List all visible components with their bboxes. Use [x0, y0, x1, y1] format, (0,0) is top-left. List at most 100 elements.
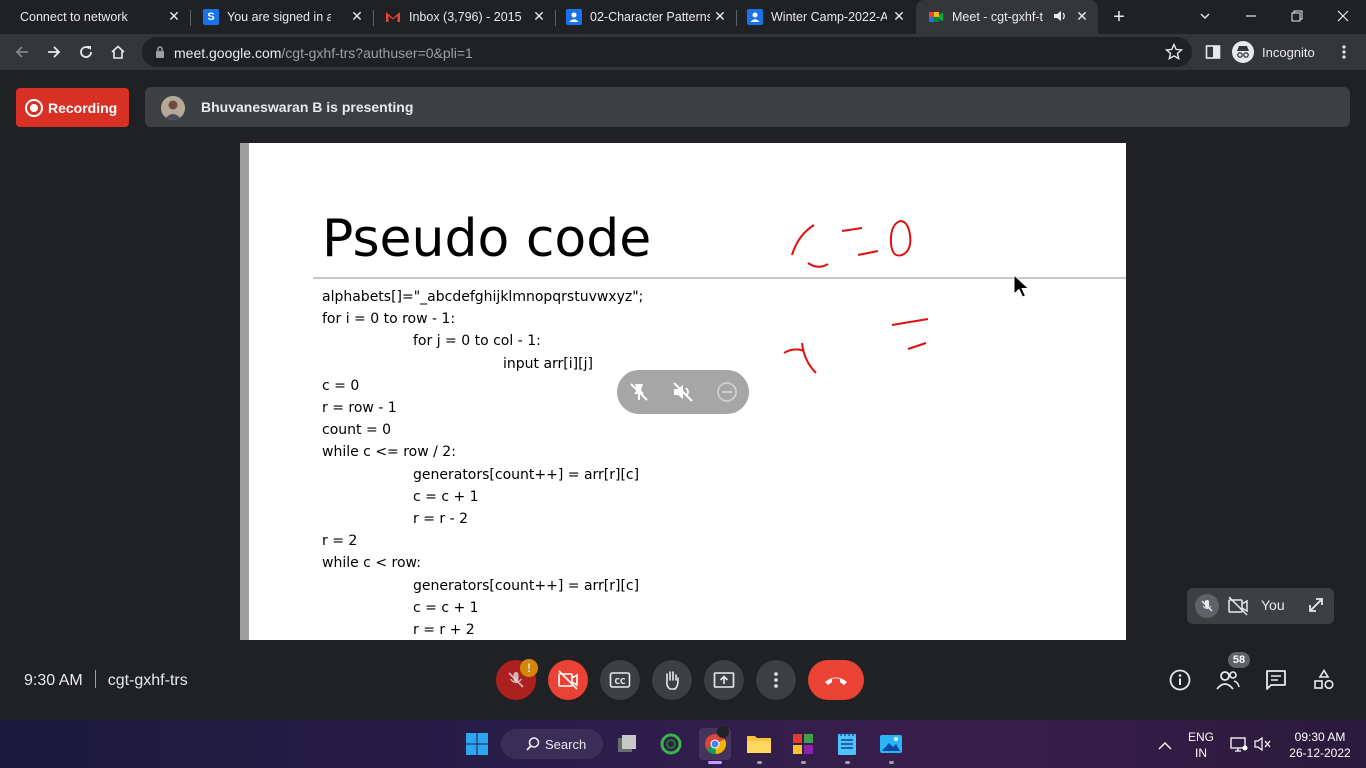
- code-line: for j = 0 to col - 1:: [413, 333, 541, 349]
- tab-title: You are signed in as 20: [227, 10, 331, 24]
- tab-search-button[interactable]: [1182, 0, 1228, 32]
- volume-muted-icon[interactable]: [1254, 736, 1272, 757]
- info-icon: [1169, 669, 1191, 691]
- divider: [94, 670, 96, 688]
- taskbar-notepad[interactable]: [831, 728, 863, 760]
- incognito-profile-button[interactable]: Incognito: [1232, 39, 1315, 65]
- meeting-info: 9:30 AM cgt-gxhf-trs: [24, 670, 188, 690]
- call-end-icon: [825, 677, 847, 685]
- clock-date: 26-12-2022: [1289, 746, 1351, 760]
- people-icon: [1216, 671, 1240, 690]
- activities-icon: [1314, 669, 1334, 690]
- camera-off-icon: [558, 670, 578, 690]
- camera-toggle-button[interactable]: [548, 660, 588, 700]
- taskbar-photos[interactable]: [875, 728, 907, 760]
- present-icon: [713, 672, 735, 688]
- close-icon[interactable]: ✕: [531, 8, 547, 24]
- side-panel-icon[interactable]: [1205, 44, 1221, 65]
- folder-icon: [747, 736, 771, 753]
- region-code: IN: [1195, 746, 1207, 760]
- tab-inbox[interactable]: Inbox (3,796) - 20150 ✕: [375, 0, 555, 34]
- active-app-indicator: [708, 761, 722, 764]
- code-line: alphabets[]="_abcdefghijklmnopqrstuvwxyz…: [322, 289, 644, 305]
- new-tab-button[interactable]: +: [1108, 7, 1130, 29]
- forward-button[interactable]: [38, 36, 70, 68]
- classroom-icon: [747, 9, 763, 25]
- volume-off-icon[interactable]: [671, 380, 695, 404]
- close-icon[interactable]: ✕: [891, 8, 907, 24]
- incognito-icon: [1232, 41, 1254, 63]
- title-divider: [313, 277, 1126, 279]
- code-line: c = c + 1: [413, 489, 479, 505]
- search-label: Search: [545, 736, 587, 752]
- tab-title: Winter Camp-2022-Ac: [771, 10, 887, 24]
- tab-winter-camp[interactable]: Winter Camp-2022-Ac ✕: [737, 0, 915, 34]
- captions-icon: CC: [609, 672, 631, 688]
- address-bar[interactable]: meet.google.com/cgt-gxhf-trs?authuser=0&…: [142, 37, 1192, 67]
- more-vert-icon[interactable]: [1336, 44, 1352, 65]
- home-button[interactable]: [102, 36, 134, 68]
- tab-title: Inbox (3,796) - 20150: [409, 10, 521, 24]
- end-call-button[interactable]: [808, 660, 864, 700]
- system-clock[interactable]: 09:30 AM 26-12-2022: [1280, 729, 1360, 761]
- self-label: You: [1261, 597, 1285, 613]
- mic-toggle-button[interactable]: !: [496, 659, 538, 700]
- app-tiles-icon: [793, 734, 813, 754]
- tab-strip: Connect to network ✕ S You are signed in…: [0, 0, 1366, 34]
- more-vert-icon: [774, 672, 778, 688]
- hand-icon: [666, 671, 679, 690]
- pin-off-icon[interactable]: [627, 380, 651, 404]
- remove-icon[interactable]: [715, 380, 739, 404]
- tab-connect[interactable]: Connect to network ✕: [0, 0, 190, 34]
- taskbar-chrome[interactable]: [699, 726, 731, 760]
- slide-border: [240, 143, 249, 640]
- chat-button[interactable]: [1262, 666, 1290, 694]
- camera-off-icon: [1227, 596, 1249, 619]
- recording-badge[interactable]: Recording: [16, 88, 129, 127]
- chevron-up-icon: [1158, 742, 1172, 750]
- close-window-button[interactable]: [1320, 0, 1366, 32]
- more-options-button[interactable]: [756, 660, 796, 700]
- show-hidden-icons[interactable]: [1158, 738, 1172, 756]
- close-icon[interactable]: ✕: [349, 8, 365, 24]
- start-button[interactable]: [461, 728, 493, 760]
- reload-button[interactable]: [70, 36, 102, 68]
- self-view-tile[interactable]: You: [1187, 588, 1334, 624]
- tab-title: 02-Character Patterns: [590, 10, 710, 24]
- tab-signed-in[interactable]: S You are signed in as 20 ✕: [193, 0, 373, 34]
- mic-warning-badge: !: [520, 659, 538, 677]
- slide-title: Pseudo code: [322, 209, 652, 269]
- task-view-button[interactable]: [611, 728, 643, 760]
- star-icon[interactable]: [1164, 42, 1184, 66]
- raise-hand-button[interactable]: [652, 660, 692, 700]
- taskbar-app-ring[interactable]: [655, 728, 687, 760]
- meeting-details-button[interactable]: [1166, 666, 1194, 694]
- activities-button[interactable]: [1310, 666, 1338, 694]
- tab-character-patterns[interactable]: 02-Character Patterns ✕: [556, 0, 736, 34]
- network-icon[interactable]: [1230, 736, 1248, 757]
- lock-icon[interactable]: [154, 45, 166, 64]
- speaker-icon[interactable]: [1053, 9, 1067, 26]
- minimize-button[interactable]: [1228, 0, 1274, 32]
- app-indicator: [845, 761, 850, 764]
- expand-icon[interactable]: [1307, 596, 1325, 617]
- code-line: generators[count++] = arr[r][c]: [413, 467, 640, 483]
- windows-icon: [466, 733, 488, 755]
- close-icon[interactable]: ✕: [166, 8, 182, 24]
- people-button[interactable]: 58: [1214, 652, 1250, 694]
- tab-meet[interactable]: Meet - cgt-gxhf-t ✕: [916, 0, 1098, 34]
- close-icon[interactable]: ✕: [1074, 8, 1090, 24]
- tab-separator: [373, 10, 374, 26]
- taskbar-search-button[interactable]: Search: [501, 729, 603, 759]
- restore-button[interactable]: [1274, 0, 1320, 32]
- captions-button[interactable]: CC: [600, 660, 640, 700]
- taskbar-file-explorer[interactable]: [743, 728, 775, 760]
- language-indicator[interactable]: ENG IN: [1186, 729, 1216, 761]
- present-button[interactable]: [704, 660, 744, 700]
- back-button[interactable]: [6, 36, 38, 68]
- url-text[interactable]: meet.google.com/cgt-gxhf-trs?authuser=0&…: [174, 45, 473, 61]
- close-icon[interactable]: ✕: [712, 8, 728, 24]
- s-logo-icon: S: [203, 9, 219, 25]
- record-icon: [25, 98, 43, 117]
- taskbar-store-app[interactable]: [787, 728, 819, 760]
